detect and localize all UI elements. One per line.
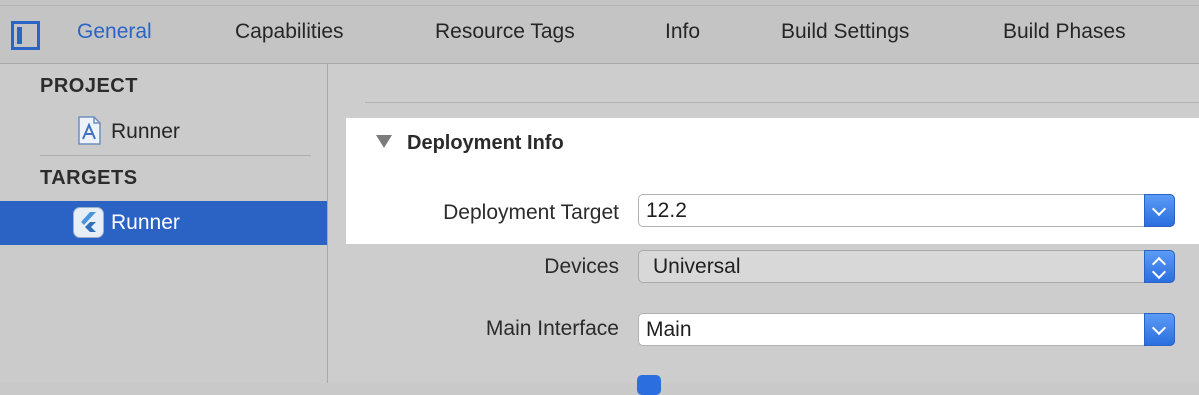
tab-build-phases[interactable]: Build Phases (1003, 20, 1126, 44)
project-section-header: PROJECT (40, 75, 138, 97)
deployment-target-label: Deployment Target (443, 201, 619, 224)
main-interface-label: Main Interface (485, 317, 619, 340)
tab-build-settings[interactable]: Build Settings (781, 20, 909, 44)
section-divider (365, 102, 1199, 103)
deployment-info-heading: Deployment Info (407, 132, 564, 154)
deployment-target-value[interactable]: 12.2 (646, 199, 687, 223)
sidebar-item-label: Runner (111, 211, 180, 234)
tab-info[interactable]: Info (665, 20, 700, 44)
editor-tab-bar: General Capabilities Resource Tags Info … (0, 0, 1199, 64)
sidebar-item-label: Runner (111, 120, 180, 143)
tab-resource-tags[interactable]: Resource Tags (435, 20, 575, 44)
deployment-target-combo[interactable]: 12.2 (638, 194, 1175, 227)
flutter-app-icon (73, 207, 104, 238)
disclosure-triangle-icon[interactable] (376, 135, 392, 148)
tab-capabilities[interactable]: Capabilities (235, 20, 344, 44)
chevron-down-icon[interactable] (1144, 194, 1175, 227)
devices-value: Universal (653, 255, 741, 278)
checkbox[interactable] (637, 375, 661, 395)
sidebar-toggle-icon[interactable] (11, 21, 40, 50)
tab-general[interactable]: General (77, 20, 152, 44)
sidebar-divider (40, 155, 311, 156)
targets-section-header: TARGETS (40, 167, 138, 189)
main-interface-value[interactable]: Main (646, 318, 692, 342)
sidebar-item-project-runner[interactable]: Runner (0, 110, 327, 154)
project-navigator-sidebar: PROJECT Runner TARGETS Runner (0, 64, 328, 383)
xcode-project-icon (78, 116, 101, 145)
up-down-chevron-icon[interactable] (1144, 250, 1175, 283)
devices-label: Devices (544, 255, 619, 278)
sidebar-item-target-runner[interactable]: Runner (0, 201, 327, 245)
main-interface-combo[interactable]: Main (638, 313, 1175, 346)
chevron-down-icon[interactable] (1144, 313, 1175, 346)
devices-popup[interactable]: Universal (638, 250, 1175, 283)
